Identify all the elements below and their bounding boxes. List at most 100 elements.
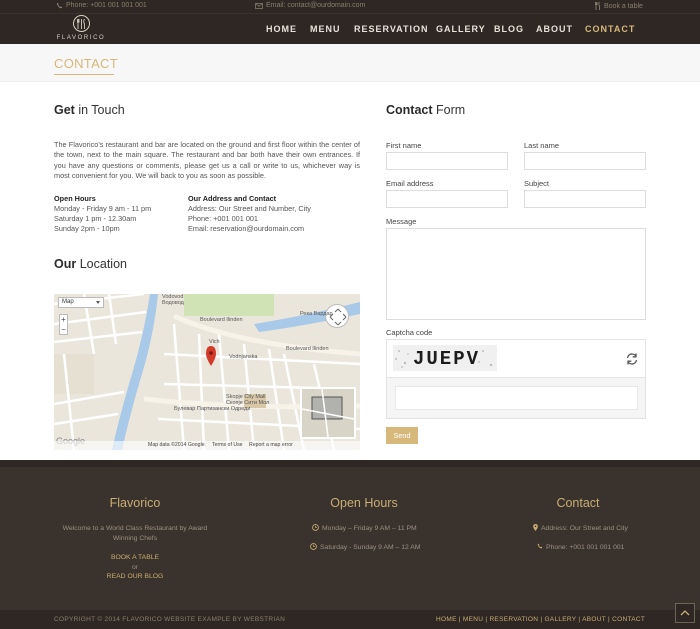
footer-contact-title: Contact xyxy=(556,496,600,510)
refresh-icon[interactable] xyxy=(625,352,639,366)
map-label: Vodnjanska xyxy=(229,354,258,360)
phone-icon xyxy=(56,2,63,9)
map-label: Водовод xyxy=(162,300,184,306)
footer-phone-text: Phone: +001 001 001 001 xyxy=(546,543,625,551)
map-minimap[interactable] xyxy=(300,387,356,439)
footer-hours-text: Saturday - Sunday 9 AM – 12 AM xyxy=(320,544,421,551)
bottom-bar: COPYRIGHT © 2014 FLAVORICO WEBSITE EXAMP… xyxy=(0,610,700,629)
nav-contact[interactable]: CONTACT xyxy=(585,24,635,34)
map-terms-link[interactable]: Terms of Use xyxy=(212,442,243,448)
clock-icon xyxy=(312,524,319,533)
address-line: Address: Our Street and Number, City xyxy=(188,204,311,213)
footer-book-link[interactable]: BOOK A TABLE xyxy=(54,554,216,561)
map-footer: Map data ©2014 Google Terms of Use Repor… xyxy=(54,441,360,450)
nav-blog[interactable]: BLOG xyxy=(494,24,524,34)
footer-address-text: Address: Our Street and City xyxy=(541,525,628,532)
map-label: Boulevard Ilinden xyxy=(286,346,329,352)
logo-text: FLAVORICO xyxy=(56,35,106,41)
intro-paragraph: The Flavorico's restaurant and bar are l… xyxy=(54,140,360,180)
message-label: Message xyxy=(386,217,417,226)
envelope-icon xyxy=(255,2,263,9)
topbar-phone: Phone: +001 001 001 001 xyxy=(56,2,147,9)
last-name-label: Last name xyxy=(524,141,560,150)
footer-hours-weekend: Saturday - Sunday 9 AM – 12 AM xyxy=(310,543,421,552)
open-hours-line: Saturday 1 pm - 12.30am xyxy=(54,214,137,223)
footer-brand-text: Winning Chefs xyxy=(112,535,158,542)
location-heading: Our Location xyxy=(54,257,127,271)
zoom-out-icon[interactable]: − xyxy=(60,325,67,335)
footer-brand-title: Flavorico xyxy=(109,496,161,510)
main-header: FLAVORICO HOME MENU RESERVATION GALLERY … xyxy=(0,13,700,44)
fork-knife-icon xyxy=(72,15,90,32)
footer-or-text: or xyxy=(131,564,139,571)
address-title: Our Address and Contact xyxy=(188,194,277,203)
captcha-label: Captcha code xyxy=(386,328,433,337)
page-title: CONTACT xyxy=(54,56,118,71)
contact-form-heading: Contact Form xyxy=(386,103,466,117)
nav-reservation[interactable]: RESERVATION xyxy=(354,24,429,34)
footer: Flavorico Welcome to a World Class Resta… xyxy=(0,467,700,610)
footer-contact-address: Address: Our Street and City xyxy=(533,524,628,533)
email-field[interactable] xyxy=(386,190,508,208)
book-table-link[interactable]: Book a table xyxy=(595,2,643,10)
nav-about[interactable]: ABOUT xyxy=(536,24,573,34)
last-name-field[interactable] xyxy=(524,152,646,170)
top-info-bar: Phone: +001 001 001 001 Email: contact@o… xyxy=(0,0,700,13)
logo[interactable]: FLAVORICO xyxy=(54,15,108,45)
footer-hours-title: Open Hours xyxy=(330,496,398,510)
open-hours-line: Sunday 2pm - 10pm xyxy=(54,224,120,233)
footer-nav-links[interactable]: HOME | MENU | RESERVATION | GALLERY | AB… xyxy=(436,616,645,623)
cutlery-icon xyxy=(595,2,601,10)
google-map[interactable]: Map + − Vodovod Водовод Река Вардар Boul… xyxy=(54,294,360,450)
nav-gallery[interactable]: GALLERY xyxy=(436,24,486,34)
send-button[interactable]: Send xyxy=(386,427,418,444)
nav-menu[interactable]: MENU xyxy=(310,24,341,34)
footer-hours-weekday: Monday – Friday 9 AM – 11 PM xyxy=(312,524,417,533)
map-label: Река Вардар xyxy=(300,311,333,317)
phone-line: Phone: +001 001 001 xyxy=(188,214,258,223)
map-label: Скопје Сити Мол xyxy=(226,400,270,406)
open-hours-line: Monday - Friday 9 am - 11 pm xyxy=(54,204,152,213)
map-label: Boulevard Ilinden xyxy=(200,317,243,323)
email-label: Email address xyxy=(386,179,434,188)
subject-label: Subject xyxy=(524,179,550,188)
nav-home[interactable]: HOME xyxy=(266,24,297,34)
footer-contact-phone: Phone: +001 001 001 001 xyxy=(537,543,624,551)
footer-hours-text: Monday – Friday 9 AM – 11 PM xyxy=(322,525,417,532)
copyright: COPYRIGHT © 2014 FLAVORICO WEBSITE EXAMP… xyxy=(54,616,286,623)
email-line[interactable]: Email: reservation@ourdomain.com xyxy=(188,224,304,233)
captcha-image-row: JUEPV xyxy=(387,340,645,378)
footer-blog-link[interactable]: READ OUR BLOG xyxy=(54,573,216,580)
captcha-code: JUEPV xyxy=(413,348,481,370)
subject-field[interactable] xyxy=(524,190,646,208)
topbar-email-text: Email: contact@ourdomain.com xyxy=(266,2,366,9)
chevron-up-icon xyxy=(680,610,690,616)
page-title-underline xyxy=(54,74,114,75)
get-in-touch-heading: Get in Touch xyxy=(54,103,125,117)
map-data-credit: Map data ©2014 Google xyxy=(148,442,205,448)
footer-brand-text: Welcome to a World Class Restaurant by A… xyxy=(62,525,208,532)
footer-divider xyxy=(0,460,700,467)
message-field[interactable] xyxy=(386,228,646,320)
captcha-image: JUEPV xyxy=(393,345,497,371)
map-label: Vich xyxy=(209,339,220,345)
topbar-email[interactable]: Email: contact@ourdomain.com xyxy=(255,2,365,9)
captcha-box: JUEPV xyxy=(386,339,646,419)
topbar-phone-text: Phone: +001 001 001 001 xyxy=(66,2,147,9)
map-marker-icon xyxy=(533,524,538,533)
map-label: Булевар Партизански Одреди xyxy=(174,406,251,412)
chevron-down-icon xyxy=(96,301,100,304)
book-table-text: Book a table xyxy=(604,2,643,10)
first-name-field[interactable] xyxy=(386,152,508,170)
first-name-label: First name xyxy=(386,141,422,150)
map-type-select[interactable]: Map xyxy=(58,297,104,308)
captcha-input[interactable] xyxy=(395,386,638,410)
open-hours-title: Open Hours xyxy=(54,194,96,203)
map-report-link[interactable]: Report a map error xyxy=(249,442,293,448)
back-to-top-button[interactable] xyxy=(675,603,695,623)
zoom-in-icon[interactable]: + xyxy=(60,315,67,325)
phone-icon xyxy=(537,543,543,551)
page-title-band: CONTACT xyxy=(0,44,700,82)
clock-icon xyxy=(310,543,317,552)
map-zoom-control[interactable]: + − xyxy=(59,314,68,335)
